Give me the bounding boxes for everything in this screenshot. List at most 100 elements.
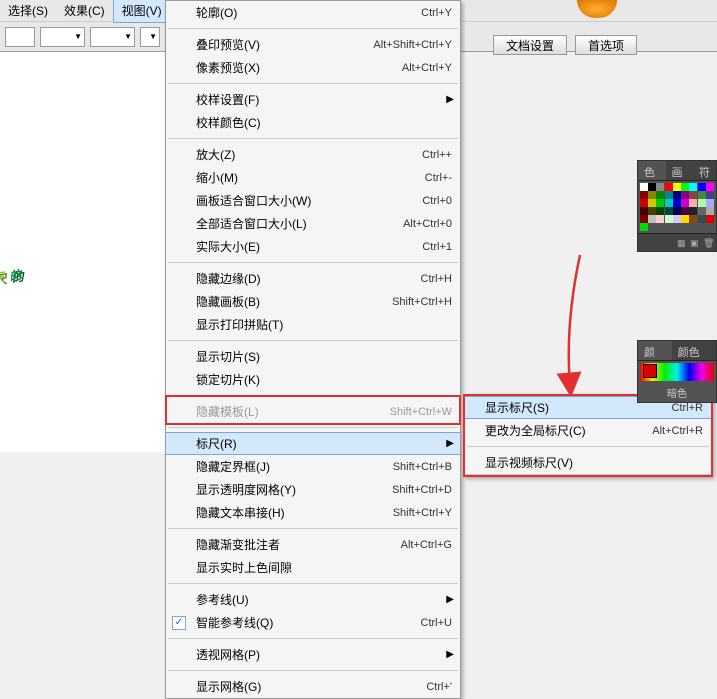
color-swatch[interactable] <box>689 199 697 207</box>
menu-item[interactable]: 全部适合窗口大小(L)Alt+Ctrl+0 <box>166 212 460 235</box>
menu-separator <box>168 83 458 84</box>
toolbar-input-1[interactable] <box>5 27 35 47</box>
color-swatch[interactable] <box>681 215 689 223</box>
menu-item[interactable]: 显示打印拼贴(T) <box>166 313 460 336</box>
menu-item[interactable]: 实际大小(E)Ctrl+1 <box>166 235 460 258</box>
color-swatch[interactable] <box>656 199 664 207</box>
menu-item[interactable]: 隐藏文本串接(H)Shift+Ctrl+Y <box>166 501 460 524</box>
color-swatch[interactable] <box>698 183 706 191</box>
panel-tab[interactable]: 画笔 <box>666 161 694 180</box>
color-swatch[interactable] <box>681 183 689 191</box>
menu-item[interactable]: 参考线(U)▶ <box>166 588 460 611</box>
submenu-item[interactable]: 显示视频标尺(V) <box>465 451 711 474</box>
color-swatch[interactable] <box>673 215 681 223</box>
menu-item[interactable]: 放大(Z)Ctrl++ <box>166 143 460 166</box>
color-swatch[interactable] <box>648 215 656 223</box>
color-swatch[interactable] <box>656 191 664 199</box>
color-swatch[interactable] <box>656 207 664 215</box>
panel-tab[interactable]: 色板 <box>638 161 666 180</box>
color-swatch[interactable] <box>706 183 714 191</box>
menu-item[interactable]: 缩小(M)Ctrl+- <box>166 166 460 189</box>
folder-icon[interactable]: ▣ <box>690 238 700 248</box>
menu-item[interactable]: 校样设置(F)▶ <box>166 88 460 111</box>
color-swatch[interactable] <box>640 215 648 223</box>
menu-item[interactable]: 叠印预览(V)Alt+Shift+Ctrl+Y <box>166 33 460 56</box>
menu-view[interactable]: 视图(V) <box>113 0 171 23</box>
toolbar-dropdown-2[interactable]: ▼ <box>90 27 135 47</box>
menu-item[interactable]: 显示网格(G)Ctrl+' <box>166 675 460 698</box>
current-color-swatch[interactable] <box>643 364 657 378</box>
color-swatch[interactable] <box>689 215 697 223</box>
color-swatch[interactable] <box>648 199 656 207</box>
color-swatch[interactable] <box>640 183 648 191</box>
menu-item[interactable]: 像素预览(X)Alt+Ctrl+Y <box>166 56 460 79</box>
color-swatch[interactable] <box>689 191 697 199</box>
menu-item[interactable]: ✓智能参考线(Q)Ctrl+U <box>166 611 460 634</box>
new-swatch-icon[interactable]: ▦ <box>677 238 687 248</box>
panel-tab[interactable]: 颜色参 <box>672 341 716 360</box>
color-swatch[interactable] <box>665 199 673 207</box>
menu-item-label: 标尺(R) <box>196 435 452 452</box>
color-spectrum[interactable] <box>640 363 714 381</box>
menu-select[interactable]: 选择(S) <box>0 0 56 22</box>
color-swatch[interactable] <box>673 191 681 199</box>
menu-item[interactable]: 隐藏画板(B)Shift+Ctrl+H <box>166 290 460 313</box>
color-swatch[interactable] <box>706 199 714 207</box>
color-swatch[interactable] <box>689 207 697 215</box>
color-swatch[interactable] <box>656 183 664 191</box>
color-swatch[interactable] <box>689 183 697 191</box>
color-swatch[interactable] <box>681 191 689 199</box>
color-swatch[interactable] <box>706 207 714 215</box>
menu-item[interactable]: 显示透明度网格(Y)Shift+Ctrl+D <box>166 478 460 501</box>
menu-item[interactable]: 透视网格(P)▶ <box>166 643 460 666</box>
chevron-down-icon: ▼ <box>124 32 132 41</box>
menu-item[interactable]: 校样颜色(C) <box>166 111 460 134</box>
menu-item[interactable]: 标尺(R)▶ <box>166 432 460 455</box>
toolbar-dropdown-1[interactable]: ▼ <box>40 27 85 47</box>
color-panel[interactable]: 颜色颜色参 暗色 <box>637 340 717 403</box>
color-swatch[interactable] <box>665 191 673 199</box>
canvas[interactable]: 尺的 <box>0 52 165 452</box>
menu-effects[interactable]: 效果(C) <box>56 0 113 22</box>
color-swatch[interactable] <box>681 199 689 207</box>
color-swatch[interactable] <box>673 183 681 191</box>
preferences-button[interactable]: 首选项 <box>575 35 637 55</box>
color-swatch[interactable] <box>706 215 714 223</box>
doc-settings-button[interactable]: 文档设置 <box>493 35 567 55</box>
submenu-item[interactable]: 更改为全局标尺(C)Alt+Ctrl+R <box>465 419 711 442</box>
menu-item[interactable]: 显示切片(S) <box>166 345 460 368</box>
color-swatch[interactable] <box>648 183 656 191</box>
menu-item[interactable]: 锁定切片(K) <box>166 368 460 391</box>
menu-item[interactable]: 显示实时上色间隙 <box>166 556 460 579</box>
color-swatch[interactable] <box>681 207 689 215</box>
menu-item[interactable]: 隐藏渐变批注者Alt+Ctrl+G <box>166 533 460 556</box>
color-swatch[interactable] <box>665 215 673 223</box>
panel-tab[interactable]: 符 <box>693 161 716 180</box>
menu-item[interactable]: 隐藏边缘(D)Ctrl+H <box>166 267 460 290</box>
color-swatch[interactable] <box>698 191 706 199</box>
menu-shortcut: Ctrl+R <box>672 402 703 414</box>
color-swatch[interactable] <box>706 191 714 199</box>
color-swatch[interactable] <box>640 207 648 215</box>
color-swatch[interactable] <box>673 199 681 207</box>
color-swatch[interactable] <box>656 215 664 223</box>
swatch-grid[interactable] <box>638 181 716 233</box>
color-swatch[interactable] <box>640 199 648 207</box>
swatches-panel[interactable]: 色板画笔符 ▦ ▣ 🗑 <box>637 160 717 252</box>
color-swatch[interactable] <box>648 207 656 215</box>
color-swatch[interactable] <box>698 215 706 223</box>
menu-item[interactable]: 隐藏定界框(J)Shift+Ctrl+B <box>166 455 460 478</box>
color-swatch[interactable] <box>698 199 706 207</box>
color-swatch[interactable] <box>640 191 648 199</box>
color-swatch[interactable] <box>698 207 706 215</box>
color-swatch[interactable] <box>640 223 648 231</box>
trash-icon[interactable]: 🗑 <box>703 238 713 248</box>
color-swatch[interactable] <box>665 207 673 215</box>
toolbar-dropdown-3[interactable]: ▼ <box>140 27 160 47</box>
color-swatch[interactable] <box>665 183 673 191</box>
panel-tab[interactable]: 颜色 <box>638 341 672 360</box>
color-swatch[interactable] <box>673 207 681 215</box>
color-swatch[interactable] <box>648 191 656 199</box>
menu-item[interactable]: 轮廓(O)Ctrl+Y <box>166 1 460 24</box>
menu-item[interactable]: 画板适合窗口大小(W)Ctrl+0 <box>166 189 460 212</box>
